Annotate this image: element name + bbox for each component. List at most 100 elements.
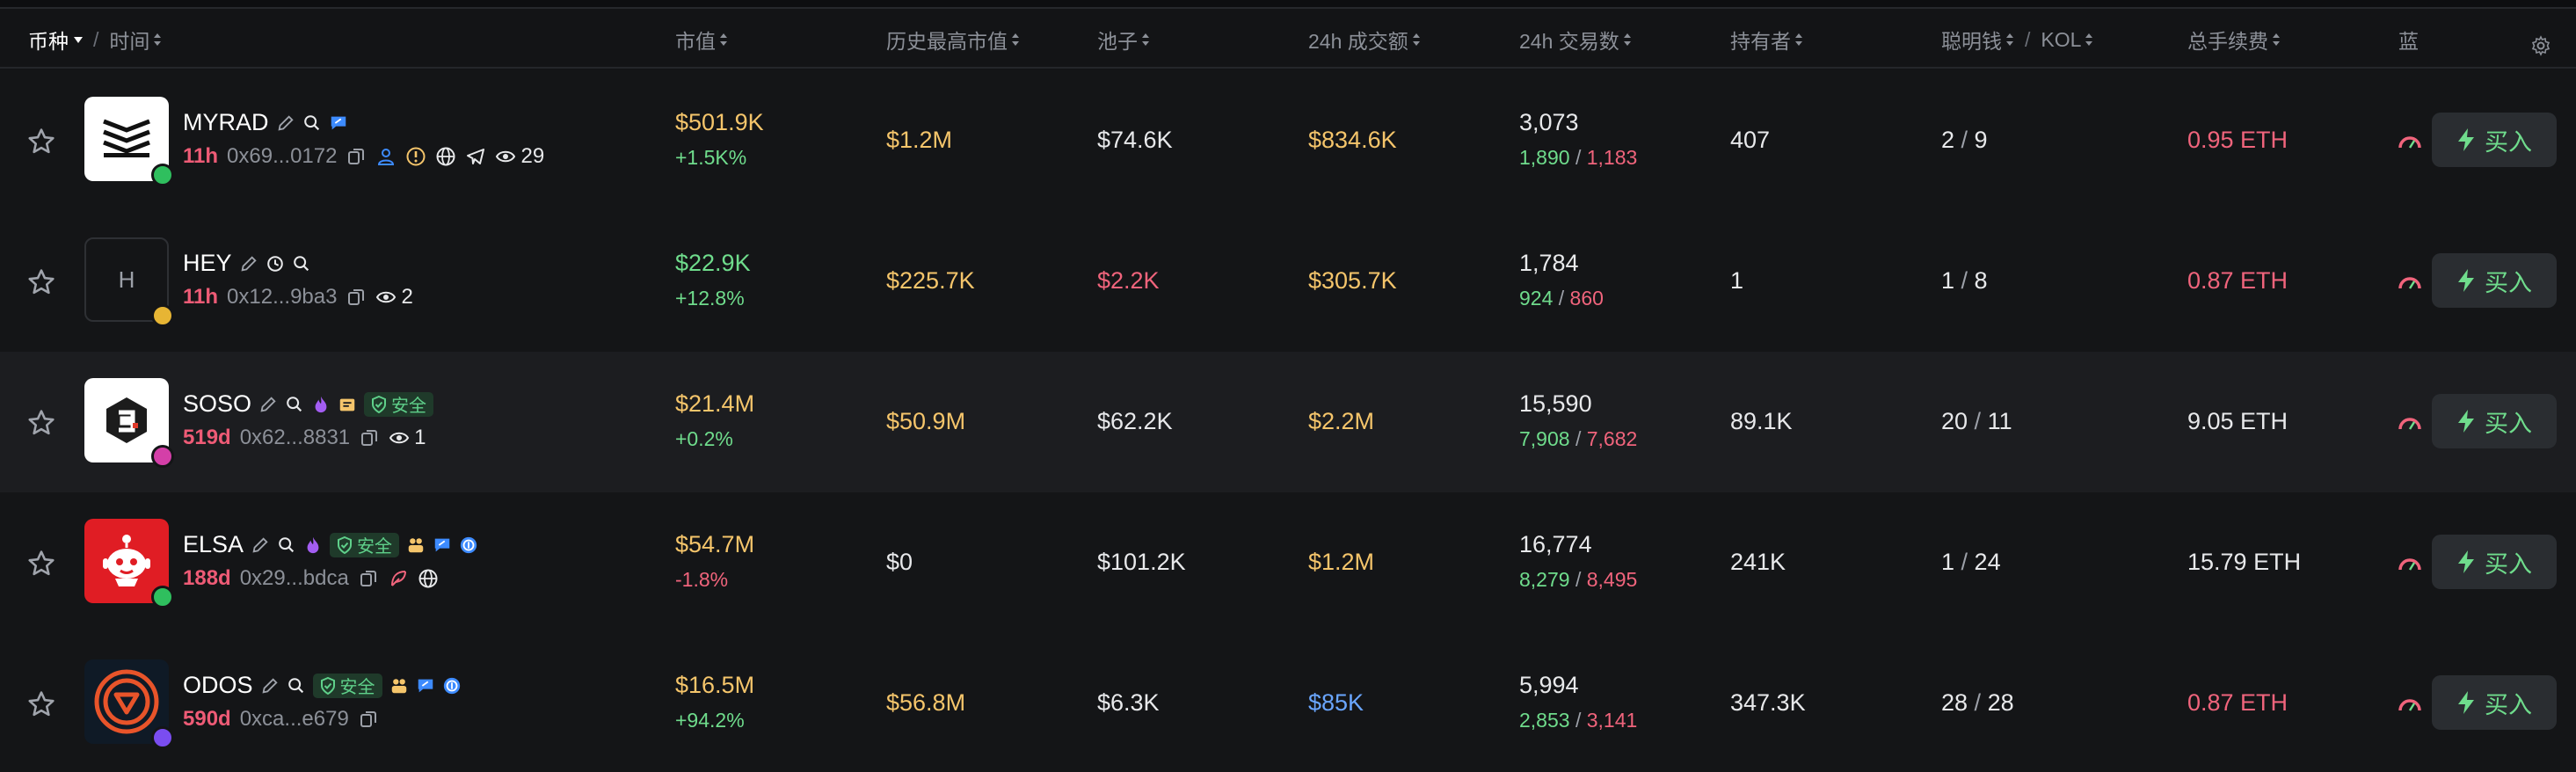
buy-button[interactable]: 买入 bbox=[2432, 535, 2557, 589]
chat-icon[interactable] bbox=[416, 676, 435, 696]
contract-address[interactable]: 0x29...bdca bbox=[240, 566, 349, 591]
smart-kol-separator: / bbox=[1968, 689, 1988, 716]
search-icon[interactable] bbox=[285, 395, 304, 414]
edit-icon[interactable] bbox=[276, 113, 295, 133]
header-separator: / bbox=[93, 27, 99, 51]
table-row[interactable]: H HEY 11h 0x12...9ba3 2 $22.9K +12.8% $2… bbox=[0, 211, 2576, 352]
copy-icon[interactable] bbox=[346, 146, 367, 167]
globe-icon[interactable] bbox=[418, 568, 439, 589]
buy-button[interactable]: 买入 bbox=[2432, 113, 2557, 167]
token-age: 519d bbox=[183, 426, 231, 449]
edit-icon[interactable] bbox=[239, 254, 258, 273]
sort-volume[interactable]: 24h 成交额 bbox=[1308, 25, 1421, 55]
buy-button[interactable]: 买入 bbox=[2432, 394, 2557, 448]
star-icon[interactable] bbox=[26, 549, 56, 579]
copy-icon[interactable] bbox=[358, 709, 379, 730]
market-cap: $22.9K bbox=[675, 250, 751, 276]
sort-pool[interactable]: 池子 bbox=[1097, 25, 1150, 55]
elsa-logo bbox=[103, 535, 150, 586]
user-icon[interactable] bbox=[375, 146, 397, 167]
search-icon[interactable] bbox=[277, 535, 296, 555]
edit-icon[interactable] bbox=[260, 676, 280, 696]
gear-icon[interactable] bbox=[2530, 35, 2551, 56]
chat-icon[interactable] bbox=[433, 535, 452, 555]
token-name[interactable]: MYRAD bbox=[183, 109, 269, 136]
coin-icon[interactable] bbox=[459, 535, 478, 555]
contract-address[interactable]: 0x69...0172 bbox=[227, 144, 337, 169]
chat-icon[interactable] bbox=[329, 113, 348, 133]
copy-icon[interactable] bbox=[346, 287, 367, 308]
contract-address[interactable]: 0x62...8831 bbox=[240, 426, 350, 450]
sort-token[interactable]: 币种 / 时间 bbox=[28, 25, 162, 55]
buy-sell-separator: / bbox=[1569, 427, 1587, 450]
holders-count: 347.3K bbox=[1730, 689, 1806, 716]
coin-icon[interactable] bbox=[442, 676, 462, 696]
watchers-count: 1 bbox=[414, 426, 426, 449]
holders-icon[interactable] bbox=[406, 535, 426, 555]
table-row[interactable]: ELSA 安全 188d 0x29...bdca $54.7M -1.8% $0… bbox=[0, 492, 2576, 633]
sort-market-cap[interactable]: 市值 bbox=[675, 25, 728, 55]
search-icon[interactable] bbox=[302, 113, 322, 133]
copy-icon[interactable] bbox=[358, 568, 379, 589]
sort-icon bbox=[1794, 33, 1803, 47]
token-logo[interactable] bbox=[84, 519, 174, 608]
token-name[interactable]: SOSO bbox=[183, 390, 251, 418]
time-column-label[interactable]: 时间 bbox=[109, 25, 149, 55]
buy-button[interactable]: 买入 bbox=[2432, 675, 2557, 730]
table-row[interactable]: MYRAD 11h 0x69...0172 29 $501.9K +1.5K% … bbox=[0, 70, 2576, 211]
gauge-icon bbox=[2398, 699, 2421, 711]
search-icon[interactable] bbox=[292, 254, 311, 273]
token-name[interactable]: HEY bbox=[183, 250, 232, 277]
sort-txns[interactable]: 24h 交易数 bbox=[1519, 25, 1632, 55]
sort-ath-market-cap[interactable]: 历史最高市值 bbox=[886, 25, 1020, 55]
sort-smart-money-kol[interactable]: 聪明钱 / KOL bbox=[1941, 25, 2093, 55]
holders-icon[interactable] bbox=[389, 676, 409, 696]
copy-icon[interactable] bbox=[359, 427, 380, 448]
dev-icon[interactable] bbox=[338, 395, 357, 414]
star-icon[interactable] bbox=[26, 408, 56, 438]
txns-24h: 1,784 bbox=[1519, 250, 1579, 276]
table-row[interactable]: SOSO 安全 519d 0x62...8831 1 $21.4M +0.2% … bbox=[0, 352, 2576, 492]
buy-button[interactable]: 买入 bbox=[2432, 253, 2557, 308]
buy-sell-separator: / bbox=[1553, 287, 1570, 310]
token-logo[interactable]: H bbox=[84, 237, 174, 327]
flame-icon[interactable] bbox=[311, 395, 331, 414]
shield-icon bbox=[338, 535, 353, 554]
eye-icon bbox=[389, 432, 410, 444]
token-logo[interactable] bbox=[84, 659, 174, 749]
edit-icon[interactable] bbox=[251, 535, 270, 555]
sort-holders[interactable]: 持有者 bbox=[1730, 25, 1803, 55]
contract-address[interactable]: 0x12...9ba3 bbox=[227, 285, 337, 310]
kol-count: 9 bbox=[1974, 127, 1988, 153]
globe-icon[interactable] bbox=[435, 146, 456, 167]
lightning-icon bbox=[2458, 128, 2474, 151]
edit-icon[interactable] bbox=[258, 395, 278, 414]
market-cap: $501.9K bbox=[675, 109, 764, 135]
buy-button-label: 买入 bbox=[2485, 128, 2532, 156]
warning-icon[interactable] bbox=[405, 146, 426, 167]
market-cap-change: +12.8% bbox=[675, 287, 745, 310]
telegram-icon[interactable] bbox=[465, 146, 486, 167]
star-icon[interactable] bbox=[26, 127, 56, 157]
clock-icon[interactable] bbox=[266, 254, 285, 273]
search-icon[interactable] bbox=[287, 676, 306, 696]
gauge-icon bbox=[2398, 418, 2421, 430]
token-name[interactable]: ODOS bbox=[183, 672, 253, 699]
blue-chip-column[interactable]: 蓝 bbox=[2398, 25, 2419, 55]
sort-total-fees[interactable]: 总手续费 bbox=[2187, 25, 2281, 55]
sells-count: 3,141 bbox=[1586, 709, 1638, 732]
contract-address[interactable]: 0xca...e679 bbox=[240, 707, 349, 732]
buy-sell-split: 1,890 / 1,183 bbox=[1519, 146, 1637, 170]
token-logo-letter: H bbox=[118, 266, 135, 293]
buys-count: 924 bbox=[1519, 287, 1554, 310]
pool-value: $2.2K bbox=[1097, 267, 1160, 294]
star-icon[interactable] bbox=[26, 689, 56, 719]
flame-icon[interactable] bbox=[303, 535, 323, 555]
feather-icon[interactable] bbox=[388, 568, 409, 589]
token-name[interactable]: ELSA bbox=[183, 531, 244, 558]
token-logo[interactable] bbox=[84, 378, 174, 468]
table-row[interactable]: ODOS 安全 590d 0xca...e679 $16.5M +94.2% $… bbox=[0, 633, 2576, 772]
star-icon[interactable] bbox=[26, 267, 56, 297]
txns-24h: 5,994 bbox=[1519, 672, 1579, 698]
token-logo[interactable] bbox=[84, 97, 174, 186]
